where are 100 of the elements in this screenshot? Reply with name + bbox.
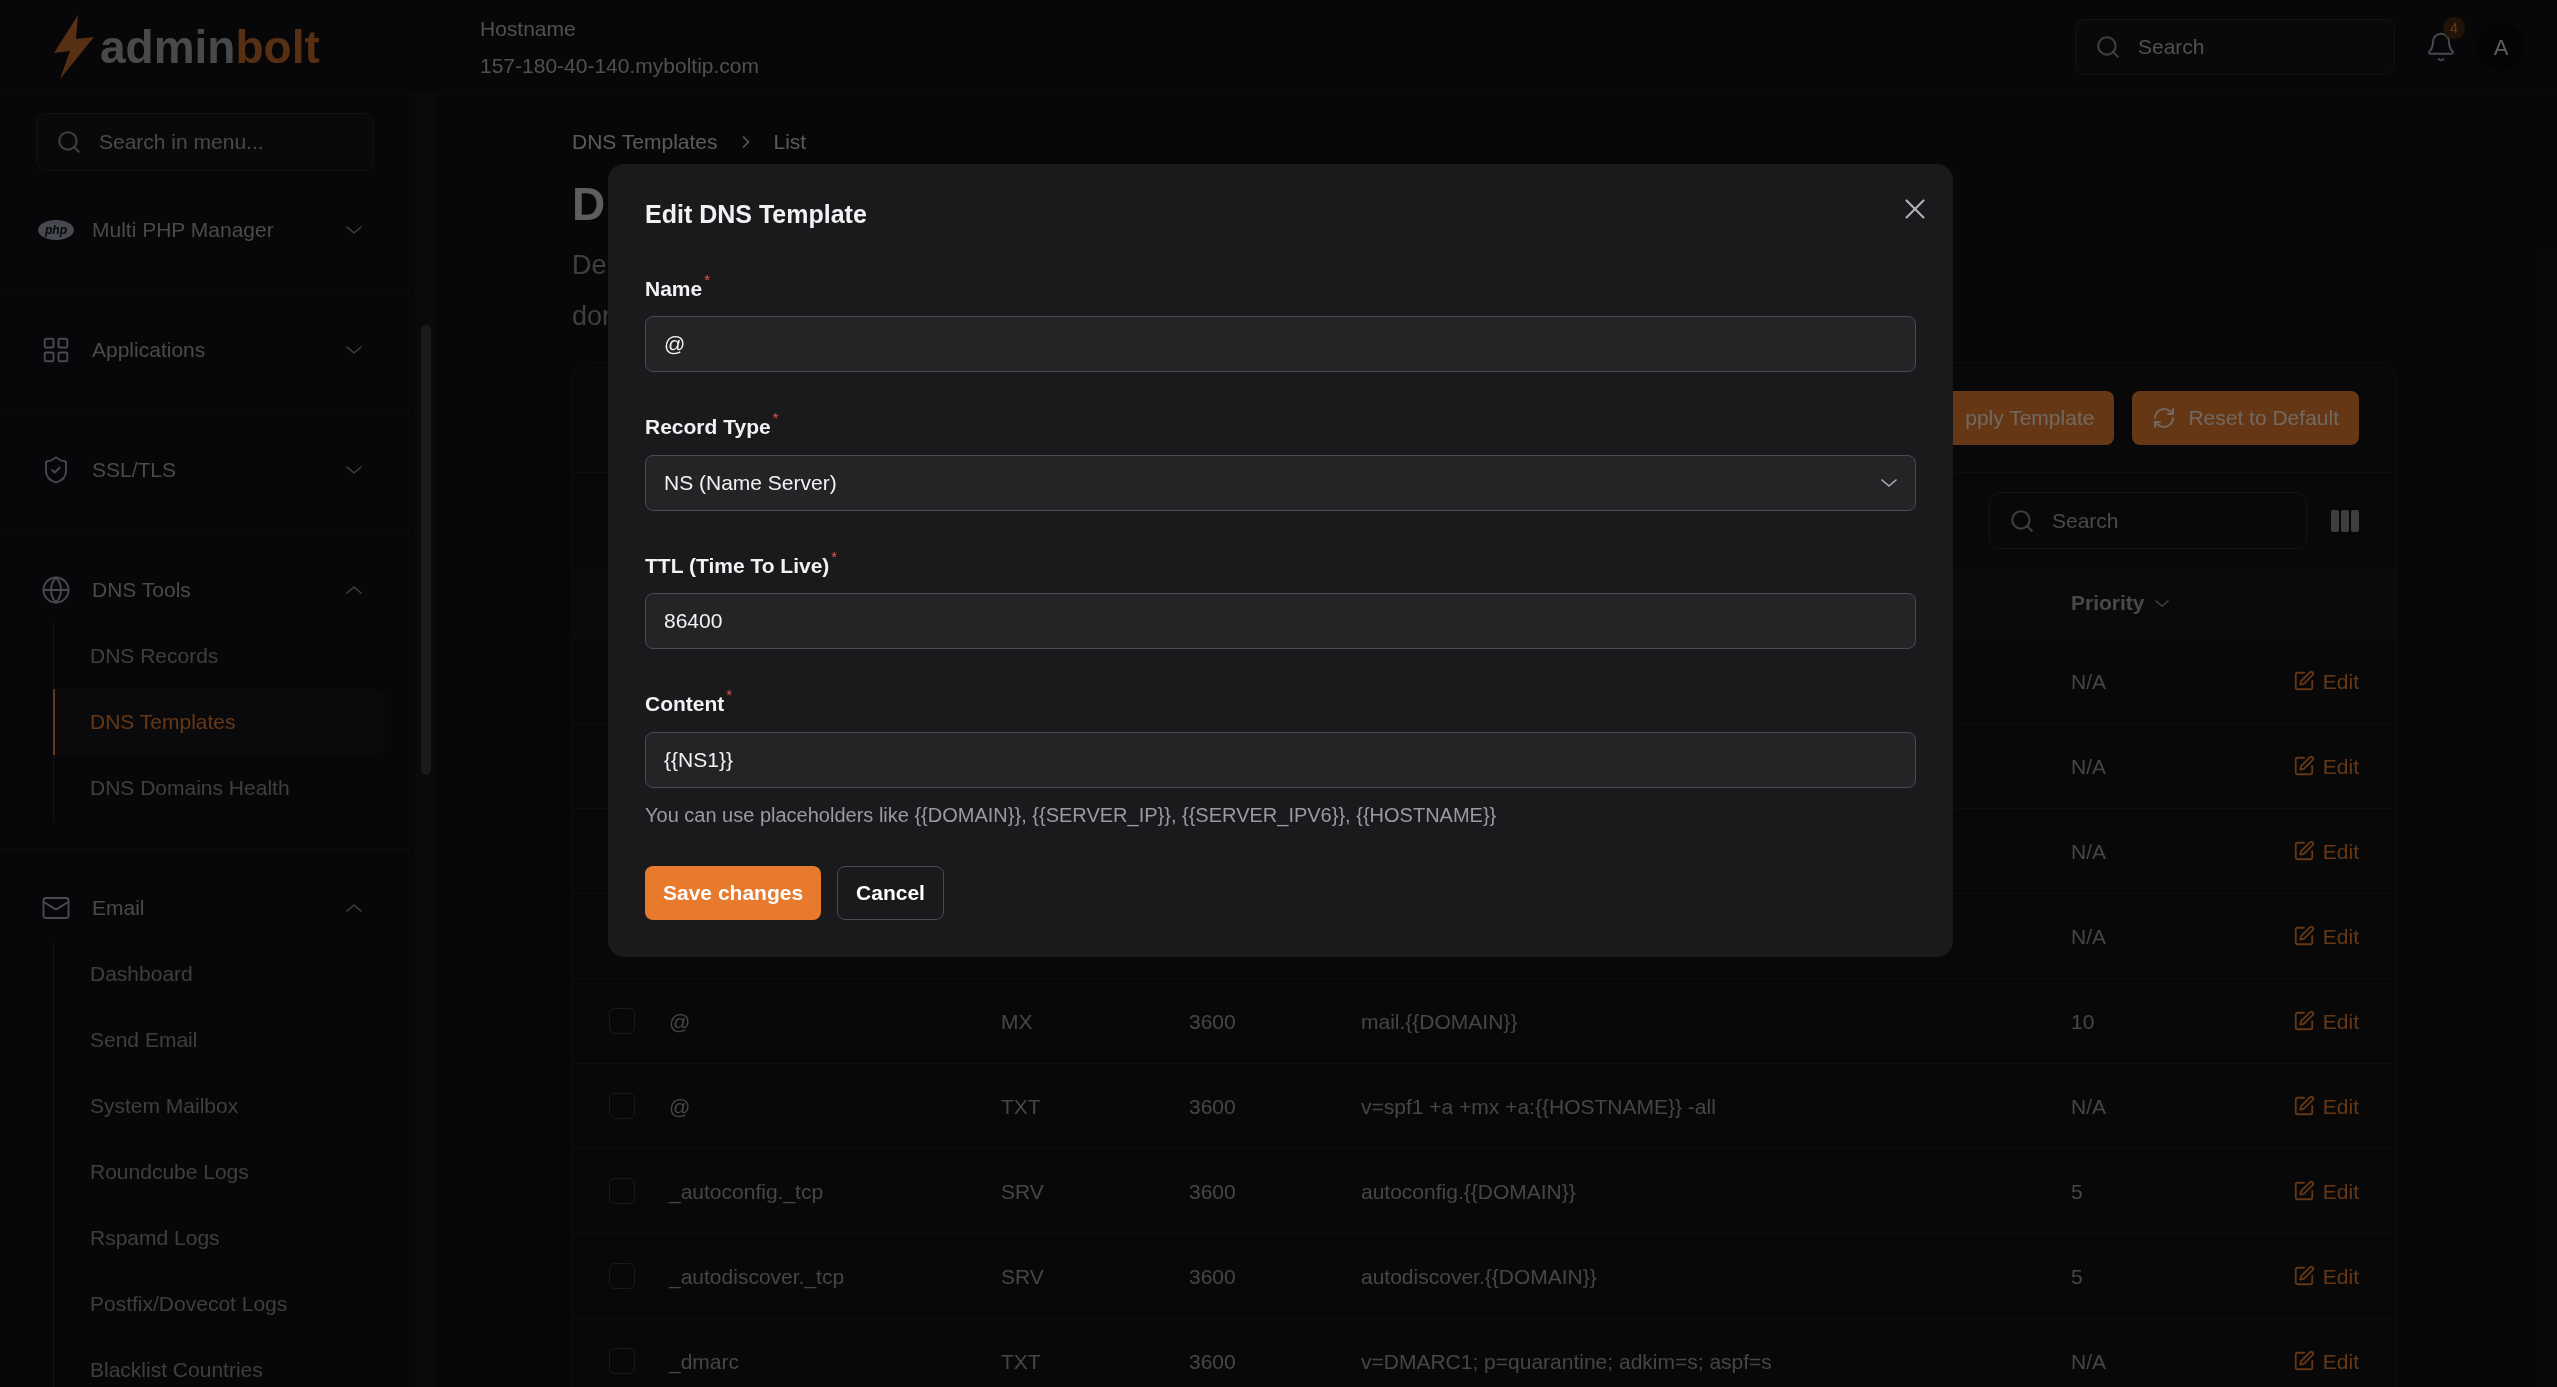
table-cell-text: N/A — [2071, 670, 2107, 692]
menu-group-label: Applications — [92, 337, 207, 364]
column-header[interactable]: Priority — [2071, 587, 2251, 619]
edit-link[interactable]: Edit — [2292, 1180, 2359, 1202]
table-cell-text: N/A — [2071, 755, 2107, 777]
save-button[interactable]: Save changes — [645, 865, 822, 920]
required-asterisk: * — [726, 685, 733, 705]
table-cell: 3600 — [1189, 1349, 1236, 1373]
menu-group[interactable]: DNS Tools — [0, 557, 410, 623]
edit-link[interactable]: Edit — [2292, 1350, 2359, 1372]
table-cell-text: N/A — [2071, 1350, 2107, 1372]
edit-link[interactable]: Edit — [2292, 925, 2359, 947]
menu-group-label: SSL/TLS — [92, 457, 178, 484]
menu-item[interactable]: Rspamd Logs — [53, 1205, 385, 1271]
table-cell: @ — [669, 1094, 691, 1118]
table-cell-text: N/A — [2071, 925, 2107, 947]
menu-search-field[interactable]: Search in menu... — [36, 113, 374, 171]
breadcrumb-link[interactable]: DNS Templates — [572, 131, 718, 152]
required-asterisk: * — [704, 269, 711, 290]
edit-icon — [2292, 755, 2315, 777]
menu-item[interactable]: Postfix/Dovecot Logs — [53, 1271, 385, 1337]
grid-icon — [41, 335, 71, 365]
edit-link[interactable]: Edit — [2292, 670, 2359, 692]
action-button[interactable]: Reset to Default — [2132, 390, 2359, 445]
table-cell: MX — [1001, 1009, 1033, 1033]
table-cell: SRV — [1001, 1179, 1044, 1203]
field-label: Content — [645, 691, 725, 717]
required-asterisk: * — [831, 546, 838, 567]
table-cell: TXT — [1001, 1094, 1041, 1118]
input-field[interactable]: {{NS1}} — [645, 731, 1916, 788]
menu-item[interactable]: DNS Domains Health — [53, 755, 385, 821]
search-field[interactable]: Search — [2075, 19, 2395, 75]
page-description: dor — [572, 299, 612, 333]
menu-group[interactable]: SSL/TLS — [0, 437, 410, 503]
table-cell-text: 5 — [2071, 1265, 2084, 1287]
table-cell: v=DMARC1; p=quarantine; adkim=s; aspf=s — [1361, 1349, 1772, 1373]
table-cell-text: 10 — [2071, 1010, 2096, 1032]
chevron-down-icon — [1881, 478, 1897, 487]
edit-link[interactable]: Edit — [2292, 840, 2359, 862]
edit-link[interactable]: Edit — [2292, 755, 2359, 777]
menu-item[interactable]: Send Email — [53, 1007, 385, 1073]
table-cell: _autodiscover._tcp — [669, 1264, 845, 1288]
edit-icon — [2292, 1095, 2315, 1117]
table-cell: SRV — [1001, 1264, 1044, 1288]
dialog-title: Edit DNS Template — [645, 199, 867, 230]
table-cell: v=spf1 +a +mx +a:{{HOSTNAME}} -all — [1361, 1094, 1716, 1118]
table-cell: autodiscover.{{DOMAIN}} — [1361, 1264, 1597, 1288]
menu-group-label: DNS Tools — [92, 577, 192, 604]
input-field[interactable]: @ — [645, 316, 1916, 372]
page-title: D — [572, 177, 606, 232]
input-field[interactable]: 86400 — [645, 593, 1916, 649]
hostname: 157-180-40-140.myboltip.com — [480, 53, 759, 79]
cancel-button[interactable]: Cancel — [837, 865, 944, 920]
menu-group[interactable]: Applications — [0, 317, 410, 383]
notification-badge: 4 — [2443, 17, 2465, 39]
field-label: TTL (Time To Live) — [645, 552, 830, 579]
table-cell: autoconfig.{{DOMAIN}} — [1361, 1179, 1576, 1203]
edit-icon — [2292, 1180, 2315, 1202]
select-field[interactable]: NS (Name Server) — [645, 454, 1916, 511]
table-cell: _autoconfig._tcp — [669, 1179, 824, 1203]
edit-link[interactable]: Edit — [2292, 1010, 2359, 1032]
edit-icon — [2292, 1350, 2315, 1372]
edit-icon — [2292, 670, 2315, 692]
edit-icon — [2292, 1010, 2315, 1032]
menu-group[interactable]: php Multi PHP Manager — [0, 197, 410, 263]
edit-icon — [2292, 925, 2315, 947]
columns-icon[interactable] — [2331, 509, 2359, 532]
table-search-field[interactable]: Search — [1989, 492, 2307, 549]
edit-link[interactable]: Edit — [2292, 1265, 2359, 1287]
edit-icon — [2292, 1265, 2315, 1287]
menu-group[interactable]: Email — [0, 875, 410, 941]
table-cell: TXT — [1001, 1349, 1041, 1373]
sort-icon — [2154, 599, 2169, 607]
hostname-label: Hostname — [480, 15, 577, 42]
table-cell: 3600 — [1189, 1179, 1236, 1203]
table-cell: 3600 — [1189, 1094, 1236, 1118]
table-cell-text: 5 — [2071, 1180, 2084, 1202]
table-cell: 3600 — [1189, 1264, 1236, 1288]
menu-item[interactable]: Blacklist Countries — [53, 1337, 385, 1387]
menu-item[interactable]: System Mailbox — [53, 1073, 385, 1139]
bell-icon[interactable] — [2425, 31, 2457, 63]
field-label: Record Type — [645, 414, 771, 440]
logo-text: adminbolt — [100, 24, 320, 70]
php-logo-icon: php — [38, 220, 74, 240]
globe-icon — [41, 575, 71, 605]
required-asterisk: * — [772, 408, 779, 428]
table-cell: @ — [669, 1009, 691, 1033]
table-cell: _dmarc — [669, 1349, 740, 1373]
table-cell-text: N/A — [2071, 840, 2107, 862]
menu-group-label: Multi PHP Manager — [92, 217, 275, 244]
menu-item[interactable]: Dashboard — [53, 941, 385, 1007]
edit-link[interactable]: Edit — [2292, 1095, 2359, 1117]
table-cell-text: N/A — [2071, 1095, 2107, 1117]
refresh-icon — [2152, 405, 2177, 430]
user-avatar[interactable]: A — [2477, 23, 2525, 71]
menu-item[interactable]: DNS Records — [53, 623, 385, 689]
breadcrumb-link[interactable]: List — [773, 131, 807, 152]
field-label: Name — [645, 275, 703, 302]
table-cell: 3600 — [1189, 1009, 1236, 1033]
menu-item[interactable]: Roundcube Logs — [53, 1139, 385, 1205]
